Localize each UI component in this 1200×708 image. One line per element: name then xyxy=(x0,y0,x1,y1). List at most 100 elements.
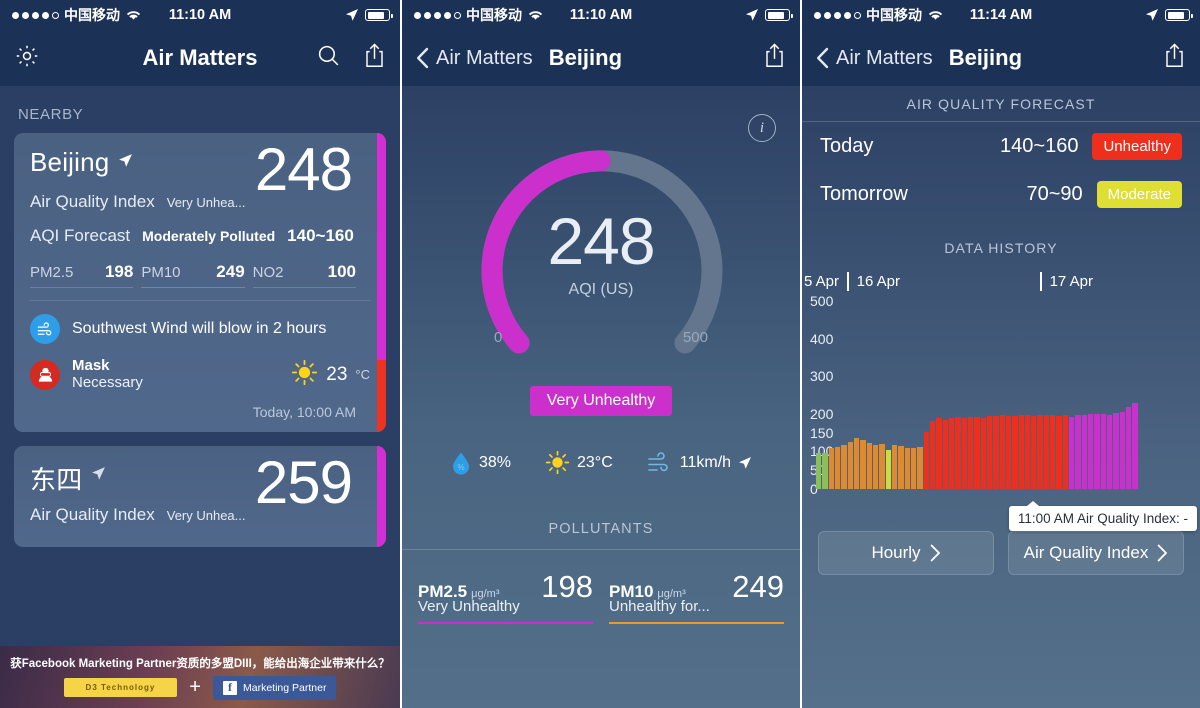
share-icon[interactable] xyxy=(1163,43,1186,73)
city-card-beijing[interactable]: Beijing 248 Air Quality Index Very Unhea… xyxy=(14,133,386,433)
chart-bar[interactable] xyxy=(1062,414,1069,489)
chart-bar[interactable] xyxy=(1088,414,1094,489)
chart-bar[interactable] xyxy=(1094,413,1100,489)
screen-dashboard: 中国移动 11:10 AM Air Matters NEARBY Beijing… xyxy=(0,0,400,708)
chart-bar[interactable] xyxy=(1081,415,1088,489)
chart-bar[interactable] xyxy=(1037,414,1043,489)
chart-bar[interactable] xyxy=(929,420,936,489)
ad-banner[interactable]: 获Facebook Marketing Partner资质的多盟DIII，能给出… xyxy=(0,646,400,708)
carrier-label: 中国移动 xyxy=(64,7,120,23)
chart-bar[interactable] xyxy=(1132,402,1138,489)
chart-bar[interactable] xyxy=(879,443,885,489)
chart-bar[interactable] xyxy=(967,416,974,489)
chart-bar[interactable] xyxy=(872,444,879,489)
chart-bar[interactable] xyxy=(1100,413,1107,489)
chart-bar[interactable] xyxy=(841,444,847,489)
pollutant-value: 249 xyxy=(732,569,784,604)
wind-item: 11km/h xyxy=(647,451,752,474)
chart-bar[interactable] xyxy=(1005,415,1012,489)
chart-bar[interactable] xyxy=(974,416,980,489)
gear-icon[interactable] xyxy=(14,43,40,74)
section-label-history: DATA HISTORY xyxy=(944,240,1058,256)
chart-bar[interactable] xyxy=(1012,416,1018,489)
chart-bar[interactable] xyxy=(917,446,923,489)
card-aqi-desc: Very Unhea... xyxy=(166,195,246,210)
gauge-value: 248 xyxy=(547,204,655,278)
pollutant-value: 198 xyxy=(541,569,593,604)
chart-bar[interactable] xyxy=(904,447,910,489)
chart-bar[interactable] xyxy=(834,446,841,489)
share-icon[interactable] xyxy=(363,43,386,73)
chart-bar[interactable] xyxy=(860,440,866,489)
search-icon[interactable] xyxy=(316,43,341,73)
mask-icon xyxy=(30,359,60,390)
forecast-history-body: AIR QUALITY FORECAST Today 140~160 Unhea… xyxy=(802,86,1200,708)
back-button[interactable]: Air Matters xyxy=(416,47,533,70)
chart-bar[interactable] xyxy=(1024,414,1031,489)
chart-bar[interactable] xyxy=(816,453,822,489)
chart-bar[interactable] xyxy=(866,443,872,489)
chart-bar[interactable] xyxy=(1031,416,1037,489)
chart-bar[interactable] xyxy=(885,450,891,489)
chart-bar[interactable] xyxy=(1050,415,1056,489)
chart-bar[interactable] xyxy=(993,415,999,489)
forecast-row-today: Today 140~160 Unhealthy xyxy=(802,122,1200,170)
chart-bar[interactable] xyxy=(891,444,898,489)
chart-bar[interactable] xyxy=(822,452,828,489)
chart-bar[interactable] xyxy=(1075,414,1081,489)
chart-plot-area: 050100150200300400500 11:00 AM Air Quali… xyxy=(808,293,1197,531)
city-detail-body: i 248 AQI (US) 0 500 Very Unhealthy % 38… xyxy=(402,86,800,708)
gauge-max-label: 500 xyxy=(682,329,708,346)
chart-bar[interactable] xyxy=(1069,416,1075,489)
chart-bar[interactable] xyxy=(936,418,942,489)
signal-dots-icon xyxy=(12,11,59,19)
back-label: Air Matters xyxy=(836,46,933,69)
location-arrow-icon xyxy=(91,466,106,486)
section-label-pollutants: POLLUTANTS xyxy=(548,521,654,537)
pollutant-card-pm25[interactable]: PM2.5 μg/m³ 198 Very Unhealthy xyxy=(418,569,593,625)
hourly-button[interactable]: Hourly xyxy=(818,531,994,575)
ad-logo-label: Marketing Partner xyxy=(242,681,327,694)
wind-icon xyxy=(30,314,60,344)
card-pollutant-row: PM2.5 198 PM10 249 NO2 100 xyxy=(30,262,370,288)
chart-bar[interactable] xyxy=(955,417,961,489)
forecast-range: 70~90 xyxy=(1026,182,1083,205)
chevron-left-icon xyxy=(417,47,429,69)
back-button[interactable]: Air Matters xyxy=(816,47,933,70)
info-icon[interactable]: i xyxy=(748,114,776,142)
share-icon[interactable] xyxy=(763,43,786,73)
chart-bar[interactable] xyxy=(999,414,1005,489)
chart-bar[interactable] xyxy=(898,445,904,489)
chart-bar[interactable] xyxy=(986,416,993,489)
chart-date-axis: 5 Apr 16 Apr 17 Apr xyxy=(802,269,1200,293)
chart-bar[interactable] xyxy=(948,417,955,489)
chart-bar[interactable] xyxy=(980,417,986,489)
chart-bar[interactable] xyxy=(1018,415,1024,489)
chart-bar[interactable] xyxy=(1107,414,1113,489)
city-card-dongsi[interactable]: 东四 259 Air Quality Index Very Unhea... xyxy=(14,446,386,548)
chart-bar[interactable] xyxy=(961,418,967,489)
aqi-edge-indicator xyxy=(377,133,386,433)
chart-bar[interactable] xyxy=(910,448,917,489)
chart-bar[interactable] xyxy=(828,447,834,489)
air-quality-index-button[interactable]: Air Quality Index xyxy=(1008,531,1184,575)
card-forecast-desc: Moderately Polluted xyxy=(142,228,276,244)
chart-date-label: 17 Apr xyxy=(1049,272,1093,290)
chart-bar[interactable] xyxy=(853,438,860,489)
card-timestamp: Today, 10:00 AM xyxy=(252,404,356,421)
chart-bar[interactable] xyxy=(1043,414,1050,489)
chart-bar[interactable] xyxy=(1113,413,1119,489)
chart-bar[interactable] xyxy=(847,442,853,489)
location-arrow-icon xyxy=(118,153,133,173)
wind-icon xyxy=(647,451,668,471)
pollutant-pm10: PM10 249 xyxy=(141,262,245,288)
data-history-chart[interactable]: 5 Apr 16 Apr 17 Apr 05010015020030040050… xyxy=(802,269,1200,531)
pollutant-card-pm10[interactable]: PM10 μg/m³ 249 Unhealthy for... xyxy=(609,569,784,625)
chart-bar[interactable] xyxy=(1126,407,1132,489)
chart-bar[interactable] xyxy=(1056,415,1062,489)
ad-logo-facebook: f Marketing Partner xyxy=(212,675,337,700)
chart-bar[interactable] xyxy=(942,420,948,489)
chart-bar[interactable] xyxy=(1119,411,1126,489)
pollutant-underline xyxy=(609,622,784,625)
chart-bar[interactable] xyxy=(923,431,929,489)
